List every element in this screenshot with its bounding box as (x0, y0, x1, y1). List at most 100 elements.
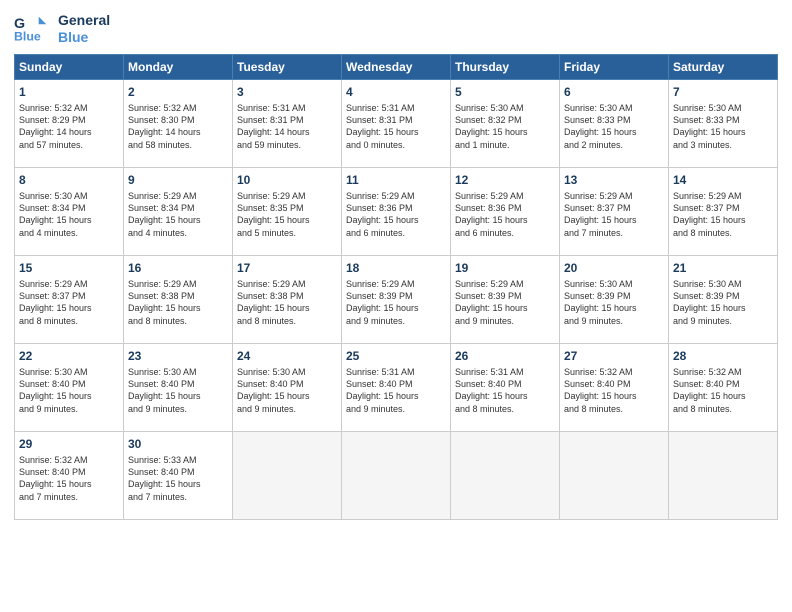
day-info: Sunrise: 5:29 AM Sunset: 8:34 PM Dayligh… (128, 190, 228, 239)
day-number: 24 (237, 348, 337, 364)
day-info: Sunrise: 5:29 AM Sunset: 8:38 PM Dayligh… (128, 278, 228, 327)
day-number: 21 (673, 260, 773, 276)
day-info: Sunrise: 5:31 AM Sunset: 8:31 PM Dayligh… (237, 102, 337, 151)
day-number: 5 (455, 84, 555, 100)
day-cell: 1 Sunrise: 5:32 AM Sunset: 8:29 PM Daylig… (15, 80, 124, 168)
day-number: 15 (19, 260, 119, 276)
day-cell: 16 Sunrise: 5:29 AM Sunset: 8:38 PM Dayli… (124, 256, 233, 344)
day-info: Sunrise: 5:32 AM Sunset: 8:40 PM Dayligh… (19, 454, 119, 503)
logo-name-blue: Blue (58, 29, 110, 46)
day-info: Sunrise: 5:30 AM Sunset: 8:33 PM Dayligh… (673, 102, 773, 151)
day-number: 25 (346, 348, 446, 364)
day-info: Sunrise: 5:29 AM Sunset: 8:37 PM Dayligh… (19, 278, 119, 327)
day-number: 10 (237, 172, 337, 188)
day-number: 17 (237, 260, 337, 276)
day-cell (451, 432, 560, 520)
day-number: 29 (19, 436, 119, 452)
day-cell: 2 Sunrise: 5:32 AM Sunset: 8:30 PM Daylig… (124, 80, 233, 168)
day-number: 22 (19, 348, 119, 364)
day-number: 28 (673, 348, 773, 364)
day-info: Sunrise: 5:30 AM Sunset: 8:39 PM Dayligh… (564, 278, 664, 327)
day-number: 23 (128, 348, 228, 364)
weekday-header-friday: Friday (560, 55, 669, 80)
logo-icon: G Blue (14, 10, 52, 48)
day-cell: 18 Sunrise: 5:29 AM Sunset: 8:39 PM Dayli… (342, 256, 451, 344)
week-row-3: 15 Sunrise: 5:29 AM Sunset: 8:37 PM Dayli… (15, 256, 778, 344)
day-info: Sunrise: 5:31 AM Sunset: 8:40 PM Dayligh… (455, 366, 555, 415)
day-cell: 24 Sunrise: 5:30 AM Sunset: 8:40 PM Dayli… (233, 344, 342, 432)
day-cell (233, 432, 342, 520)
weekday-header-thursday: Thursday (451, 55, 560, 80)
day-cell: 8 Sunrise: 5:30 AM Sunset: 8:34 PM Daylig… (15, 168, 124, 256)
day-cell: 3 Sunrise: 5:31 AM Sunset: 8:31 PM Daylig… (233, 80, 342, 168)
weekday-header-row: SundayMondayTuesdayWednesdayThursdayFrid… (15, 55, 778, 80)
day-number: 13 (564, 172, 664, 188)
weekday-header-wednesday: Wednesday (342, 55, 451, 80)
day-number: 2 (128, 84, 228, 100)
week-row-5: 29 Sunrise: 5:32 AM Sunset: 8:40 PM Dayli… (15, 432, 778, 520)
day-info: Sunrise: 5:29 AM Sunset: 8:39 PM Dayligh… (455, 278, 555, 327)
day-cell: 13 Sunrise: 5:29 AM Sunset: 8:37 PM Dayli… (560, 168, 669, 256)
day-info: Sunrise: 5:30 AM Sunset: 8:40 PM Dayligh… (237, 366, 337, 415)
day-number: 7 (673, 84, 773, 100)
day-cell: 9 Sunrise: 5:29 AM Sunset: 8:34 PM Daylig… (124, 168, 233, 256)
weekday-header-tuesday: Tuesday (233, 55, 342, 80)
day-info: Sunrise: 5:31 AM Sunset: 8:31 PM Dayligh… (346, 102, 446, 151)
day-info: Sunrise: 5:29 AM Sunset: 8:35 PM Dayligh… (237, 190, 337, 239)
day-cell: 7 Sunrise: 5:30 AM Sunset: 8:33 PM Daylig… (669, 80, 778, 168)
day-cell: 25 Sunrise: 5:31 AM Sunset: 8:40 PM Dayli… (342, 344, 451, 432)
day-info: Sunrise: 5:32 AM Sunset: 8:30 PM Dayligh… (128, 102, 228, 151)
day-cell: 23 Sunrise: 5:30 AM Sunset: 8:40 PM Dayli… (124, 344, 233, 432)
day-number: 30 (128, 436, 228, 452)
day-info: Sunrise: 5:30 AM Sunset: 8:39 PM Dayligh… (673, 278, 773, 327)
day-number: 12 (455, 172, 555, 188)
day-info: Sunrise: 5:32 AM Sunset: 8:29 PM Dayligh… (19, 102, 119, 151)
day-info: Sunrise: 5:30 AM Sunset: 8:34 PM Dayligh… (19, 190, 119, 239)
day-number: 3 (237, 84, 337, 100)
day-cell: 17Sunrise: 5:29 AM Sunset: 8:38 PM Dayli… (233, 256, 342, 344)
day-info: Sunrise: 5:29 AM Sunset: 8:39 PM Dayligh… (346, 278, 446, 327)
calendar-header: SundayMondayTuesdayWednesdayThursdayFrid… (15, 55, 778, 80)
day-number: 1 (19, 84, 119, 100)
calendar-body: 1 Sunrise: 5:32 AM Sunset: 8:29 PM Daylig… (15, 80, 778, 520)
day-info: Sunrise: 5:32 AM Sunset: 8:40 PM Dayligh… (564, 366, 664, 415)
day-cell: 22 Sunrise: 5:30 AM Sunset: 8:40 PM Dayli… (15, 344, 124, 432)
day-number: 9 (128, 172, 228, 188)
day-cell: 11Sunrise: 5:29 AM Sunset: 8:36 PM Dayli… (342, 168, 451, 256)
day-cell: 15 Sunrise: 5:29 AM Sunset: 8:37 PM Dayli… (15, 256, 124, 344)
day-cell: 14 Sunrise: 5:29 AM Sunset: 8:37 PM Dayli… (669, 168, 778, 256)
day-cell: 10 Sunrise: 5:29 AM Sunset: 8:35 PM Dayli… (233, 168, 342, 256)
weekday-header-monday: Monday (124, 55, 233, 80)
day-info: Sunrise: 5:29 AM Sunset: 8:36 PM Dayligh… (346, 190, 446, 239)
day-info: Sunrise: 5:31 AM Sunset: 8:40 PM Dayligh… (346, 366, 446, 415)
week-row-4: 22 Sunrise: 5:30 AM Sunset: 8:40 PM Dayli… (15, 344, 778, 432)
day-cell (560, 432, 669, 520)
day-number: 20 (564, 260, 664, 276)
day-cell: 4 Sunrise: 5:31 AM Sunset: 8:31 PM Daylig… (342, 80, 451, 168)
day-number: 4 (346, 84, 446, 100)
day-number: 14 (673, 172, 773, 188)
day-cell: 12 Sunrise: 5:29 AM Sunset: 8:36 PM Dayli… (451, 168, 560, 256)
day-cell: 29 Sunrise: 5:32 AM Sunset: 8:40 PM Dayli… (15, 432, 124, 520)
svg-text:Blue: Blue (14, 29, 41, 43)
weekday-header-saturday: Saturday (669, 55, 778, 80)
header: G Blue General Blue (14, 10, 778, 48)
day-info: Sunrise: 5:30 AM Sunset: 8:40 PM Dayligh… (128, 366, 228, 415)
day-cell: 5Sunrise: 5:30 AM Sunset: 8:32 PM Daylig… (451, 80, 560, 168)
day-info: Sunrise: 5:29 AM Sunset: 8:37 PM Dayligh… (673, 190, 773, 239)
day-info: Sunrise: 5:29 AM Sunset: 8:37 PM Dayligh… (564, 190, 664, 239)
logo: G Blue General Blue (14, 10, 110, 48)
day-cell: 21 Sunrise: 5:30 AM Sunset: 8:39 PM Dayli… (669, 256, 778, 344)
day-info: Sunrise: 5:29 AM Sunset: 8:36 PM Dayligh… (455, 190, 555, 239)
day-info: Sunrise: 5:33 AM Sunset: 8:40 PM Dayligh… (128, 454, 228, 503)
day-cell: 27Sunrise: 5:32 AM Sunset: 8:40 PM Dayli… (560, 344, 669, 432)
calendar-table: SundayMondayTuesdayWednesdayThursdayFrid… (14, 54, 778, 520)
day-number: 18 (346, 260, 446, 276)
week-row-2: 8 Sunrise: 5:30 AM Sunset: 8:34 PM Daylig… (15, 168, 778, 256)
day-info: Sunrise: 5:30 AM Sunset: 8:40 PM Dayligh… (19, 366, 119, 415)
week-row-1: 1 Sunrise: 5:32 AM Sunset: 8:29 PM Daylig… (15, 80, 778, 168)
weekday-header-sunday: Sunday (15, 55, 124, 80)
day-number: 8 (19, 172, 119, 188)
day-number: 16 (128, 260, 228, 276)
day-cell: 28Sunrise: 5:32 AM Sunset: 8:40 PM Dayli… (669, 344, 778, 432)
